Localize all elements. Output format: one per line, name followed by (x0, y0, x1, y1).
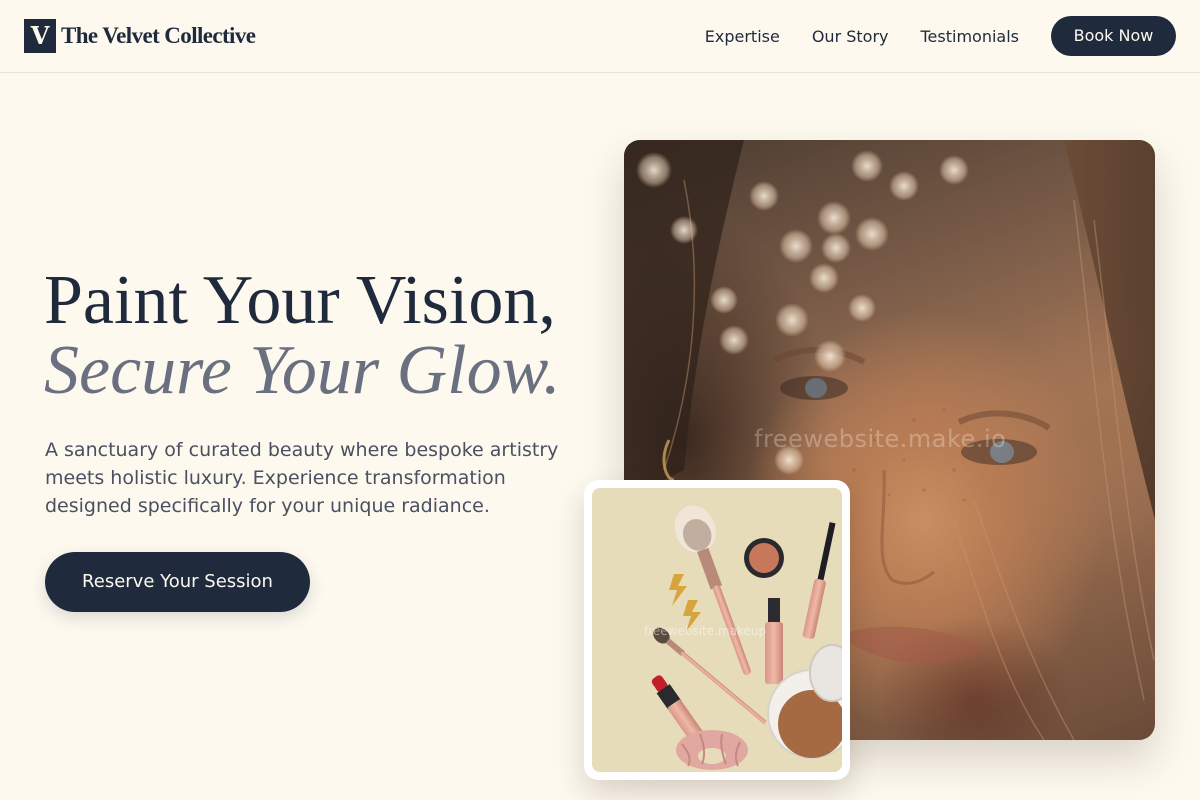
hero-headline-line1: Paint Your Vision, (44, 262, 556, 339)
hero-description: A sanctuary of curated beauty where besp… (45, 439, 559, 517)
main-nav: Expertise Our Story Testimonials Book No… (705, 16, 1176, 56)
brand-logo[interactable]: V The Velvet Collective (24, 19, 256, 53)
brand-name: The Velvet Collective (61, 23, 256, 48)
hero-headline-line2: Secure Your Glow. (44, 332, 561, 409)
products-image-card: freewebsite.makeup (584, 480, 850, 780)
logo-mark-icon: V (24, 19, 56, 53)
nav-link-our-story[interactable]: Our Story (812, 27, 889, 46)
site-header: V The Velvet Collective Expertise Our St… (0, 0, 1200, 73)
hero-headline: Paint Your Vision, Secure Your Glow. (44, 266, 624, 406)
nav-link-expertise[interactable]: Expertise (705, 27, 780, 46)
makeup-products-image: freewebsite.makeup (592, 488, 842, 772)
nav-link-testimonials[interactable]: Testimonials (921, 27, 1020, 46)
products-watermark: freewebsite.makeup (644, 624, 767, 638)
book-now-button[interactable]: Book Now (1051, 16, 1176, 56)
reserve-session-button[interactable]: Reserve Your Session (45, 552, 310, 612)
portrait-watermark: freewebsite.make.io (754, 425, 1007, 453)
